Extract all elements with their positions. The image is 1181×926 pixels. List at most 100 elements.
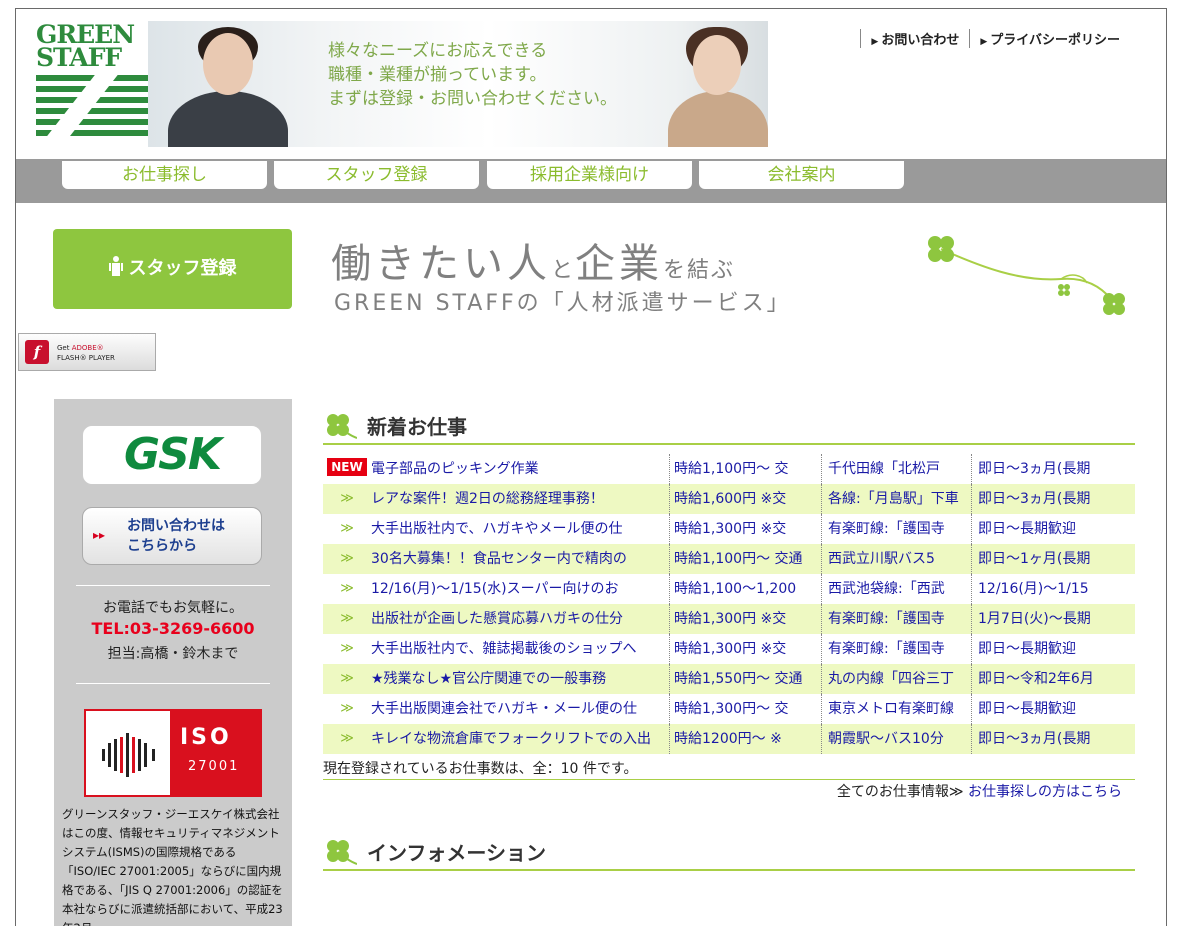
section-divider	[323, 443, 1135, 445]
clover-icon	[327, 414, 357, 439]
banner-person-image	[168, 91, 288, 147]
triangle-right-icon: ▶	[871, 37, 879, 47]
privacy-policy-link[interactable]: ▶ プライバシーポリシー	[969, 29, 1130, 48]
job-row[interactable]: ≫ 出版社が企画した懸賞応募ハガキの仕分 時給1,300円 ※交 有楽町線:「護国寺 1…	[323, 604, 1135, 634]
tagline-main: 働きたい人と企業を結ぶ	[331, 241, 736, 287]
job-wage: 時給1,100～1,200	[669, 574, 819, 604]
job-row[interactable]: ≫ 30名大募集！！食品センター内で精肉の 時給1,100円～ 交通 西武立川駅バス5…	[323, 544, 1135, 574]
nav-tab-for-employers[interactable]: 採用企業様向け	[487, 161, 692, 189]
job-search-link[interactable]: お仕事探しの方はこちら	[968, 784, 1122, 800]
job-wage: 時給1200円～ ※	[669, 724, 819, 754]
job-count-text: 現在登録されているお仕事数は、全：10 件です。	[323, 761, 638, 777]
phone-intro: お電話でもお気軽に。	[103, 600, 243, 616]
job-title-link[interactable]: 大手出版関連会社でハガキ・メール便の仕	[371, 694, 667, 724]
get-flash-player-badge[interactable]: f Get ADOBE® FLASH® PLAYER	[18, 333, 156, 371]
iso-bars-icon	[102, 733, 155, 777]
job-wage: 時給1,100円～ 交通	[669, 544, 819, 574]
job-list: NEW 電子部品のピッキング作業 時給1,100円～ 交千代田線「北松戸 即日～3ヵ月…	[323, 454, 1135, 754]
job-station: 各線:「月島駅」下車	[821, 484, 971, 514]
section-divider	[323, 869, 1135, 871]
job-term: 即日～3ヵ月(長期	[971, 484, 1135, 514]
job-station: 朝霞駅～バス10分	[821, 724, 971, 754]
sidebar: GSK ▸▸ お問い合わせは こちらから お電話でもお気軽に。 TEL:03-3…	[54, 399, 292, 926]
job-term: 即日～1ヶ月(長期	[971, 544, 1135, 574]
logo-wordmark: GREEN STAFF	[36, 22, 148, 72]
row-marker-icon: ≫	[340, 671, 354, 686]
nav-tab-job-search[interactable]: お仕事探し	[62, 161, 267, 189]
job-row[interactable]: ≫ 大手出版関連会社でハガキ・メール便の仕 時給1,300円～ 交東京メトロ有楽町線…	[323, 694, 1135, 724]
flash-logo-icon: f	[25, 340, 49, 364]
logo-line2: STAFF	[36, 43, 122, 72]
new-jobs-heading: 新着お仕事	[323, 411, 467, 440]
gsk-logo[interactable]: GSK	[82, 425, 262, 485]
job-row[interactable]: ≫ キレイな物流倉庫でフォークリフトでの入出 時給1200円～ ※ 朝霞駅～バス10分…	[323, 724, 1135, 754]
job-row[interactable]: NEW 電子部品のピッキング作業 時給1,100円～ 交千代田線「北松戸 即日～3ヵ月…	[323, 454, 1135, 484]
job-station: 丸の内線「四谷三丁	[821, 664, 971, 694]
row-marker-icon: ≫	[340, 491, 354, 506]
staff-registration-button[interactable]: スタッフ登録	[53, 229, 292, 309]
green-staff-logo[interactable]: GREEN STAFF	[36, 22, 148, 147]
row-marker-icon: ≫	[340, 551, 354, 566]
logo-stripes-icon	[36, 75, 148, 145]
job-row[interactable]: ≫ レアな案件！週2日の総務経理事務！ 時給1,600円 ※交 各線:「月島駅」下車即…	[323, 484, 1135, 514]
job-term: 12/16(月)～1/15	[971, 574, 1135, 604]
job-term: 即日～3ヵ月(長期	[971, 454, 1135, 484]
job-row[interactable]: ≫ 大手出版社内で、雑誌掲載後のショップへ 時給1,300円 ※交 有楽町線:「護国寺…	[323, 634, 1135, 664]
job-wage: 時給1,550円～ 交通	[669, 664, 819, 694]
job-title-link[interactable]: 電子部品のピッキング作業	[371, 454, 667, 484]
section-divider	[323, 779, 1135, 780]
job-title-link[interactable]: 大手出版社内で、雑誌掲載後のショップへ	[371, 634, 667, 664]
contact-arrows-icon: ▸▸	[93, 528, 106, 542]
new-badge: NEW	[327, 458, 367, 476]
sidebar-divider	[76, 585, 270, 586]
job-term: 1月7日(火)～長期	[971, 604, 1135, 634]
page-frame: GREEN STAFF 様々なニーズにお応えできる 職種・業種が揃っています。 …	[15, 8, 1167, 926]
job-station: 有楽町線:「護国寺	[821, 514, 971, 544]
banner-copy: 様々なニーズにお応えできる 職種・業種が揃っています。 まずは登録・お問い合わせ…	[328, 41, 617, 109]
job-title-link[interactable]: ★残業なし★官公庁関連での一般事務	[371, 664, 667, 694]
job-station: 東京メトロ有楽町線	[821, 694, 971, 724]
nav-tab-staff-registration[interactable]: スタッフ登録	[274, 161, 479, 189]
all-jobs-row: 全てのお仕事情報≫ お仕事探しの方はこちら	[836, 784, 1122, 800]
job-row[interactable]: ≫ ★残業なし★官公庁関連での一般事務 時給1,550円～ 交通 丸の内線「四谷三丁即…	[323, 664, 1135, 694]
contact-button[interactable]: ▸▸ お問い合わせは こちらから	[82, 507, 262, 565]
job-wage: 時給1,100円～ 交	[669, 454, 819, 484]
job-title-link[interactable]: 出版社が企画した懸賞応募ハガキの仕分	[371, 604, 667, 634]
sidebar-divider	[76, 683, 270, 684]
job-title-link[interactable]: キレイな物流倉庫でフォークリフトでの入出	[371, 724, 667, 754]
row-marker-icon: ≫	[340, 731, 354, 746]
triangle-right-icon: ▶	[980, 37, 988, 47]
clover-icon	[327, 840, 357, 865]
job-term: 即日～令和2年6月	[971, 664, 1135, 694]
job-title-link[interactable]: 大手出版社内で、ハガキやメール便の仕	[371, 514, 667, 544]
job-title-link[interactable]: 30名大募集！！食品センター内で精肉の	[371, 544, 667, 574]
clover-vine-icon	[928, 236, 1125, 315]
phone-contact: 担当:高橋・鈴木まで	[107, 646, 239, 662]
header-banner: 様々なニーズにお応えできる 職種・業種が揃っています。 まずは登録・お問い合わせ…	[148, 21, 768, 147]
nav-tab-company-info[interactable]: 会社案内	[699, 161, 904, 189]
row-marker-icon: ≫	[340, 521, 354, 536]
row-marker-icon: ≫	[340, 611, 354, 626]
job-wage: 時給1,300円 ※交	[669, 604, 819, 634]
job-title-link[interactable]: レアな案件！週2日の総務経理事務！	[371, 484, 667, 514]
phone-number: TEL:03-3269-6600	[91, 619, 255, 638]
job-row[interactable]: ≫ 大手出版社内で、ハガキやメール便の仕 時給1,300円 ※交 有楽町線:「護国寺即…	[323, 514, 1135, 544]
contact-link[interactable]: ▶ お問い合わせ	[860, 29, 969, 48]
job-station: 有楽町線:「護国寺	[821, 604, 971, 634]
job-row[interactable]: ≫ 12/16(月)～1/15(水)スーパー向けのお 時給1,100～1,200 西武…	[323, 574, 1135, 604]
job-station: 西武立川駅バス5	[821, 544, 971, 574]
job-term: 即日～長期歓迎	[971, 634, 1135, 664]
main-nav: お仕事探し スタッフ登録 採用企業様向け 会社案内	[16, 159, 1166, 203]
top-links: ▶ お問い合わせ ▶ プライバシーポリシー	[860, 29, 1130, 48]
information-heading: インフォメーション	[323, 837, 546, 866]
job-wage: 時給1,600円 ※交	[669, 484, 819, 514]
iso-27001-badge[interactable]: ISO 27001	[84, 709, 262, 797]
job-title-link[interactable]: 12/16(月)～1/15(水)スーパー向けのお	[371, 574, 667, 604]
job-wage: 時給1,300円～ 交	[669, 694, 819, 724]
job-term: 即日～長期歓迎	[971, 514, 1135, 544]
iso-description: グリーンスタッフ・ジーエスケイ株式会社はこの度、情報セキュリティマネジメントシス…	[62, 807, 283, 926]
job-term: 即日～3ヵ月(長期	[971, 724, 1135, 754]
row-marker-icon: ≫	[340, 641, 354, 656]
row-marker-icon: ≫	[340, 701, 354, 716]
job-term: 即日～長期歓迎	[971, 694, 1135, 724]
